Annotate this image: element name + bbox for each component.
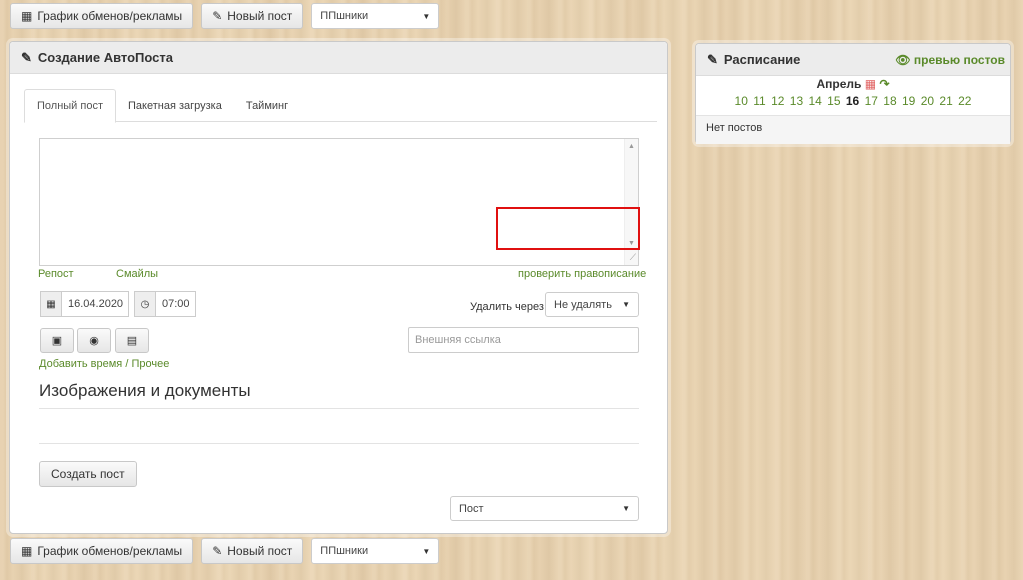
time-field[interactable]: 07:00 [156,291,196,317]
schedule-panel-header: ✎ Расписание 👁 превью постов [696,44,1010,76]
tab-timing[interactable]: Тайминг [234,89,300,122]
divider [39,443,639,444]
day-link[interactable]: 11 [753,94,765,108]
pencil-icon: ✎ [212,544,223,558]
schedule-panel: ✎ Расписание 👁 превью постов Апрель ▦ ↷ … [695,43,1011,144]
editor-tabs: Полный пост Пакетная загрузка Тайминг [24,89,657,123]
schedule-exchange-button[interactable]: ▦ График обменов/рекламы [10,3,194,29]
delete-after-label: Удалить через: [470,301,547,313]
current-day[interactable]: 16 [846,94,859,108]
top-toolbar: ▦ График обменов/рекламы ✎ Новый пост ПП… [10,3,440,29]
day-link[interactable]: 21 [939,94,952,108]
chevron-down-icon: ▼ [622,300,630,309]
group-select[interactable]: ППшники ▼ [311,3,440,29]
tab-full-post[interactable]: Полный пост [24,89,116,123]
resize-grip-icon[interactable]: ⟋ [630,252,636,263]
new-post-button[interactable]: ✎ Новый пост [201,3,304,29]
month-label: Апрель [816,77,862,91]
post-type-select[interactable]: Пост ▼ [450,496,639,521]
eye-icon: 👁 [895,52,911,67]
calendar-icon[interactable]: ▦ [865,77,876,91]
day-link[interactable]: 18 [883,94,896,108]
calendar-icon: ▦ [21,9,33,23]
attach-video-button[interactable]: ▤ [115,328,149,353]
delete-after-select[interactable]: Не удалять ▼ [545,292,639,317]
calendar-icon: ▦ [21,544,33,558]
other-link[interactable]: Прочее [131,358,169,370]
preview-posts-label: превью постов [913,52,1005,67]
image-icon: ▣ [51,335,63,347]
bottom-toolbar: ▦ График обменов/рекламы ✎ Новый пост ПП… [10,538,440,564]
chevron-down-icon: ▼ [422,546,431,556]
post-type-value: Пост [459,502,484,515]
globe-icon: ◉ [89,335,99,347]
smiles-link[interactable]: Смайлы [116,268,158,280]
add-time-row: Добавить время / Прочее [39,358,169,370]
day-link[interactable]: 10 [735,94,748,108]
no-posts-message: Нет постов [696,115,1010,144]
schedule-exchange-label: График обменов/рекламы [37,9,183,23]
day-link[interactable]: 20 [921,94,934,108]
group-select[interactable]: ППшники ▼ [311,538,440,564]
new-post-label: Новый пост [227,9,293,23]
chevron-down-icon: ▼ [422,11,431,21]
day-link[interactable]: 17 [865,94,878,108]
pencil-icon: ✎ [212,9,223,23]
date-input-group: ▦ 16.04.2020 [40,291,129,317]
divider [39,408,639,409]
calendar-icon[interactable]: ▦ [40,291,62,317]
chevron-down-icon: ▼ [622,504,630,513]
day-link[interactable]: 19 [902,94,915,108]
share-arrow-icon[interactable]: ↷ [879,77,889,91]
day-link[interactable]: 13 [790,94,803,108]
schedule-exchange-button[interactable]: ▦ График обменов/рекламы [10,538,194,564]
pencil-icon: ✎ [707,51,718,67]
autopost-panel: ✎ Создание АвтоПоста Полный пост Пакетна… [9,41,668,534]
delete-after-value: Не удалять [554,298,612,311]
day-link[interactable]: 12 [771,94,784,108]
tab-batch-upload[interactable]: Пакетная загрузка [116,89,234,122]
schedule-title: Расписание [723,52,801,67]
clock-icon[interactable]: ◷ [134,291,156,317]
day-link[interactable]: 15 [827,94,840,108]
month-row: Апрель ▦ ↷ [696,77,1010,91]
new-post-label: Новый пост [227,544,293,558]
group-select-value: ППшники [320,10,369,22]
scroll-up-icon[interactable]: ▲ [628,143,635,150]
date-field[interactable]: 16.04.2020 [62,291,129,317]
spellcheck-link[interactable]: проверить правописание [518,268,646,280]
day-link[interactable]: 14 [808,94,821,108]
images-documents-heading: Изображения и документы [39,381,251,400]
day-list: 10 11 12 13 14 15 16 17 18 19 20 21 22 [696,94,1010,108]
group-select-value: ППшники [320,545,369,557]
pencil-icon: ✎ [21,49,32,65]
time-input-group: ◷ 07:00 [134,291,196,317]
attach-link-button[interactable]: ◉ [77,328,111,353]
panel-title: Создание АвтоПоста [37,50,173,65]
schedule-exchange-label: График обменов/рекламы [37,544,183,558]
film-icon: ▤ [126,335,138,347]
day-link[interactable]: 22 [958,94,971,108]
external-link-placeholder: Внешняя ссылка [415,334,501,346]
preview-posts-link[interactable]: 👁 превью постов [895,53,1005,67]
create-post-label: Создать пост [51,467,125,481]
create-post-button[interactable]: Создать пост [39,461,137,487]
external-link-input[interactable]: Внешняя ссылка [408,327,639,353]
add-time-link[interactable]: Добавить время [39,358,122,370]
new-post-button[interactable]: ✎ Новый пост [201,538,304,564]
autopost-panel-header: ✎ Создание АвтоПоста [10,42,667,74]
attach-image-button[interactable]: ▣ [40,328,74,353]
repost-link[interactable]: Репост [38,268,74,280]
spellcheck-highlight-box [496,207,640,250]
